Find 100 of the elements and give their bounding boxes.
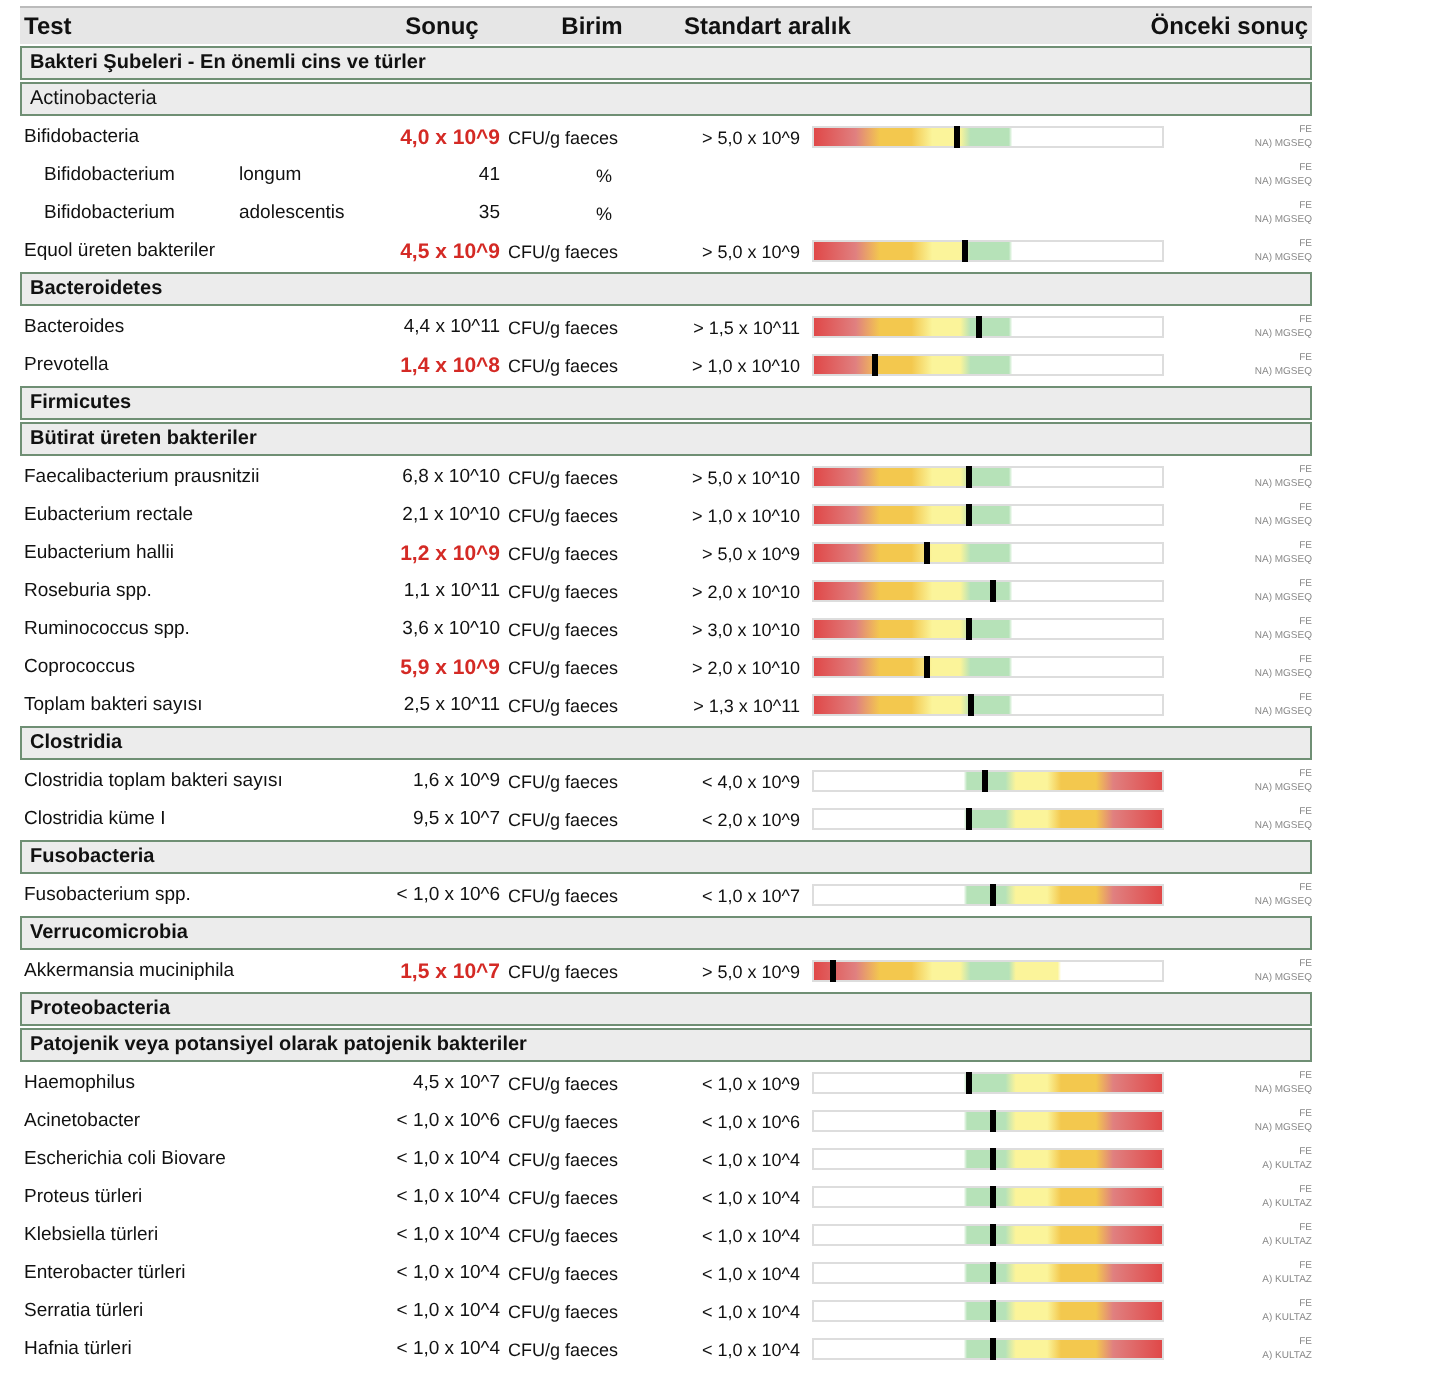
result-value: < 1,0 x 10^4 bbox=[396, 1186, 502, 1208]
reference-range: > 5,0 x 10^9 bbox=[701, 241, 802, 261]
test-name: Serratia türleri bbox=[24, 1300, 144, 1322]
section-header: Bakteri Şubeleri - En önemli cins ve türler bbox=[20, 46, 1312, 80]
unit-label: CFU/g faeces bbox=[506, 1073, 621, 1093]
result-value: < 1,0 x 10^4 bbox=[396, 1300, 502, 1322]
result-value: 1,2 x 10^9 bbox=[400, 541, 502, 565]
reference-range: < 1,0 x 10^4 bbox=[701, 1187, 802, 1207]
result-value: 1,5 x 10^7 bbox=[400, 959, 502, 983]
unit-label: CFU/g faeces bbox=[506, 543, 621, 563]
reference-range: > 1,5 x 10^11 bbox=[693, 317, 802, 337]
unit-label: CFU/g faeces bbox=[506, 241, 621, 261]
unit-label: CFU/g faeces bbox=[506, 1301, 621, 1321]
result-value: 1,6 x 10^9 bbox=[412, 770, 502, 792]
section-header: Firmicutes bbox=[20, 386, 1312, 420]
unit-label: CFU/g faeces bbox=[506, 619, 621, 639]
reference-range: > 5,0 x 10^9 bbox=[701, 961, 802, 981]
test-name: Eubacterium hallii bbox=[24, 542, 174, 564]
section-header: Patojenik veya potansiyel olarak patojenik bakteriler bbox=[20, 1028, 1312, 1062]
reference-range: < 1,0 x 10^4 bbox=[701, 1225, 802, 1245]
test-name: Bacteroides bbox=[24, 316, 125, 338]
test-name: Prevotella bbox=[24, 354, 109, 376]
section-header: Fusobacteria bbox=[20, 840, 1312, 874]
result-value: 41 bbox=[478, 164, 502, 186]
test-name: Acinetobacter bbox=[24, 1110, 141, 1132]
unit-label: CFU/g faeces bbox=[506, 961, 621, 981]
reference-range: < 1,0 x 10^4 bbox=[701, 1263, 802, 1283]
reference-range: > 1,3 x 10^11 bbox=[693, 695, 802, 715]
reference-range: > 2,0 x 10^10 bbox=[691, 657, 802, 677]
result-value: 6,8 x 10^10 bbox=[402, 466, 502, 488]
unit-label: CFU/g faeces bbox=[506, 581, 621, 601]
result-value: < 1,0 x 10^4 bbox=[396, 1224, 502, 1246]
unit-label: CFU/g faeces bbox=[506, 317, 621, 337]
test-name: Roseburia spp. bbox=[24, 580, 152, 602]
test-name: Bifidobacteria bbox=[24, 126, 140, 148]
result-value: 35 bbox=[478, 202, 502, 224]
unit-label: % bbox=[594, 165, 615, 185]
result-value: 4,5 x 10^7 bbox=[412, 1072, 502, 1094]
reference-range: < 1,0 x 10^4 bbox=[701, 1339, 802, 1359]
test-name: Equol üreten bakteriler bbox=[24, 240, 216, 262]
test-name: Proteus türleri bbox=[24, 1186, 143, 1208]
result-value: 2,5 x 10^11 bbox=[403, 694, 502, 716]
result-value: < 1,0 x 10^4 bbox=[396, 1148, 502, 1170]
reference-range: > 1,0 x 10^10 bbox=[691, 505, 802, 525]
unit-label: CFU/g faeces bbox=[506, 505, 621, 525]
unit-label: CFU/g faeces bbox=[506, 1187, 621, 1207]
unit-label: CFU/g faeces bbox=[506, 467, 621, 487]
test-name: Toplam bakteri sayısı bbox=[24, 694, 203, 716]
reference-range: < 2,0 x 10^9 bbox=[701, 809, 802, 829]
test-name: Faecalibacterium prausnitzii bbox=[24, 466, 260, 488]
test-name: Clostridia küme I bbox=[24, 808, 166, 830]
reference-range: > 1,0 x 10^10 bbox=[691, 355, 802, 375]
section-header: Bacteroidetes bbox=[20, 272, 1312, 306]
test-name: Bifidobacterium bbox=[44, 202, 175, 224]
species-name: adolescentis bbox=[238, 202, 345, 224]
result-value: 1,4 x 10^8 bbox=[400, 353, 502, 377]
test-name: Escherichia coli Biovare bbox=[24, 1148, 226, 1170]
unit-label: CFU/g faeces bbox=[506, 809, 621, 829]
column-header: Standart aralık bbox=[682, 11, 853, 41]
test-name: Coprococcus bbox=[24, 656, 135, 678]
test-name: Fusobacterium spp. bbox=[24, 884, 191, 906]
reference-range: < 1,0 x 10^7 bbox=[701, 885, 802, 905]
result-value: 4,4 x 10^11 bbox=[403, 316, 502, 338]
section-header: Bütirat üreten bakteriler bbox=[20, 422, 1312, 456]
species-name: longum bbox=[238, 164, 302, 186]
reference-range: > 3,0 x 10^10 bbox=[691, 619, 802, 639]
unit-label: CFU/g faeces bbox=[506, 1149, 621, 1169]
column-header: Sonuç bbox=[403, 11, 481, 41]
result-value: < 1,0 x 10^6 bbox=[396, 1110, 502, 1132]
unit-label: CFU/g faeces bbox=[506, 127, 621, 147]
result-value: 4,0 x 10^9 bbox=[400, 125, 502, 149]
reference-range: > 2,0 x 10^10 bbox=[691, 581, 802, 601]
result-value: < 1,0 x 10^4 bbox=[396, 1262, 502, 1284]
unit-label: % bbox=[594, 203, 615, 223]
section-header: Proteobacteria bbox=[20, 992, 1312, 1026]
reference-range: > 5,0 x 10^9 bbox=[701, 127, 802, 147]
unit-label: CFU/g faeces bbox=[506, 695, 621, 715]
test-name: Hafnia türleri bbox=[24, 1338, 132, 1360]
test-name: Clostridia toplam bakteri sayısı bbox=[24, 770, 283, 792]
test-name: Enterobacter türleri bbox=[24, 1262, 186, 1284]
section-header: Actinobacteria bbox=[20, 82, 1312, 116]
test-name: Klebsiella türleri bbox=[24, 1224, 159, 1246]
section-header: Verrucomicrobia bbox=[20, 916, 1312, 950]
column-header: Test bbox=[22, 11, 74, 41]
unit-label: CFU/g faeces bbox=[506, 1225, 621, 1245]
result-value: 3,6 x 10^10 bbox=[402, 618, 502, 640]
reference-range: < 1,0 x 10^9 bbox=[701, 1073, 802, 1093]
unit-label: CFU/g faeces bbox=[506, 355, 621, 375]
test-name: Akkermansia muciniphila bbox=[24, 960, 235, 982]
result-value: < 1,0 x 10^4 bbox=[396, 1338, 502, 1360]
column-header: Önceki sonuç bbox=[1148, 11, 1310, 41]
test-name: Bifidobacterium bbox=[44, 164, 175, 186]
reference-range: > 5,0 x 10^10 bbox=[691, 467, 802, 487]
reference-range: > 5,0 x 10^9 bbox=[701, 543, 802, 563]
result-value: 5,9 x 10^9 bbox=[400, 655, 502, 679]
reference-range: < 1,0 x 10^6 bbox=[701, 1111, 802, 1131]
test-name: Haemophilus bbox=[24, 1072, 135, 1094]
reference-range: < 1,0 x 10^4 bbox=[701, 1301, 802, 1321]
unit-label: CFU/g faeces bbox=[506, 771, 621, 791]
column-header: Birim bbox=[559, 11, 625, 41]
